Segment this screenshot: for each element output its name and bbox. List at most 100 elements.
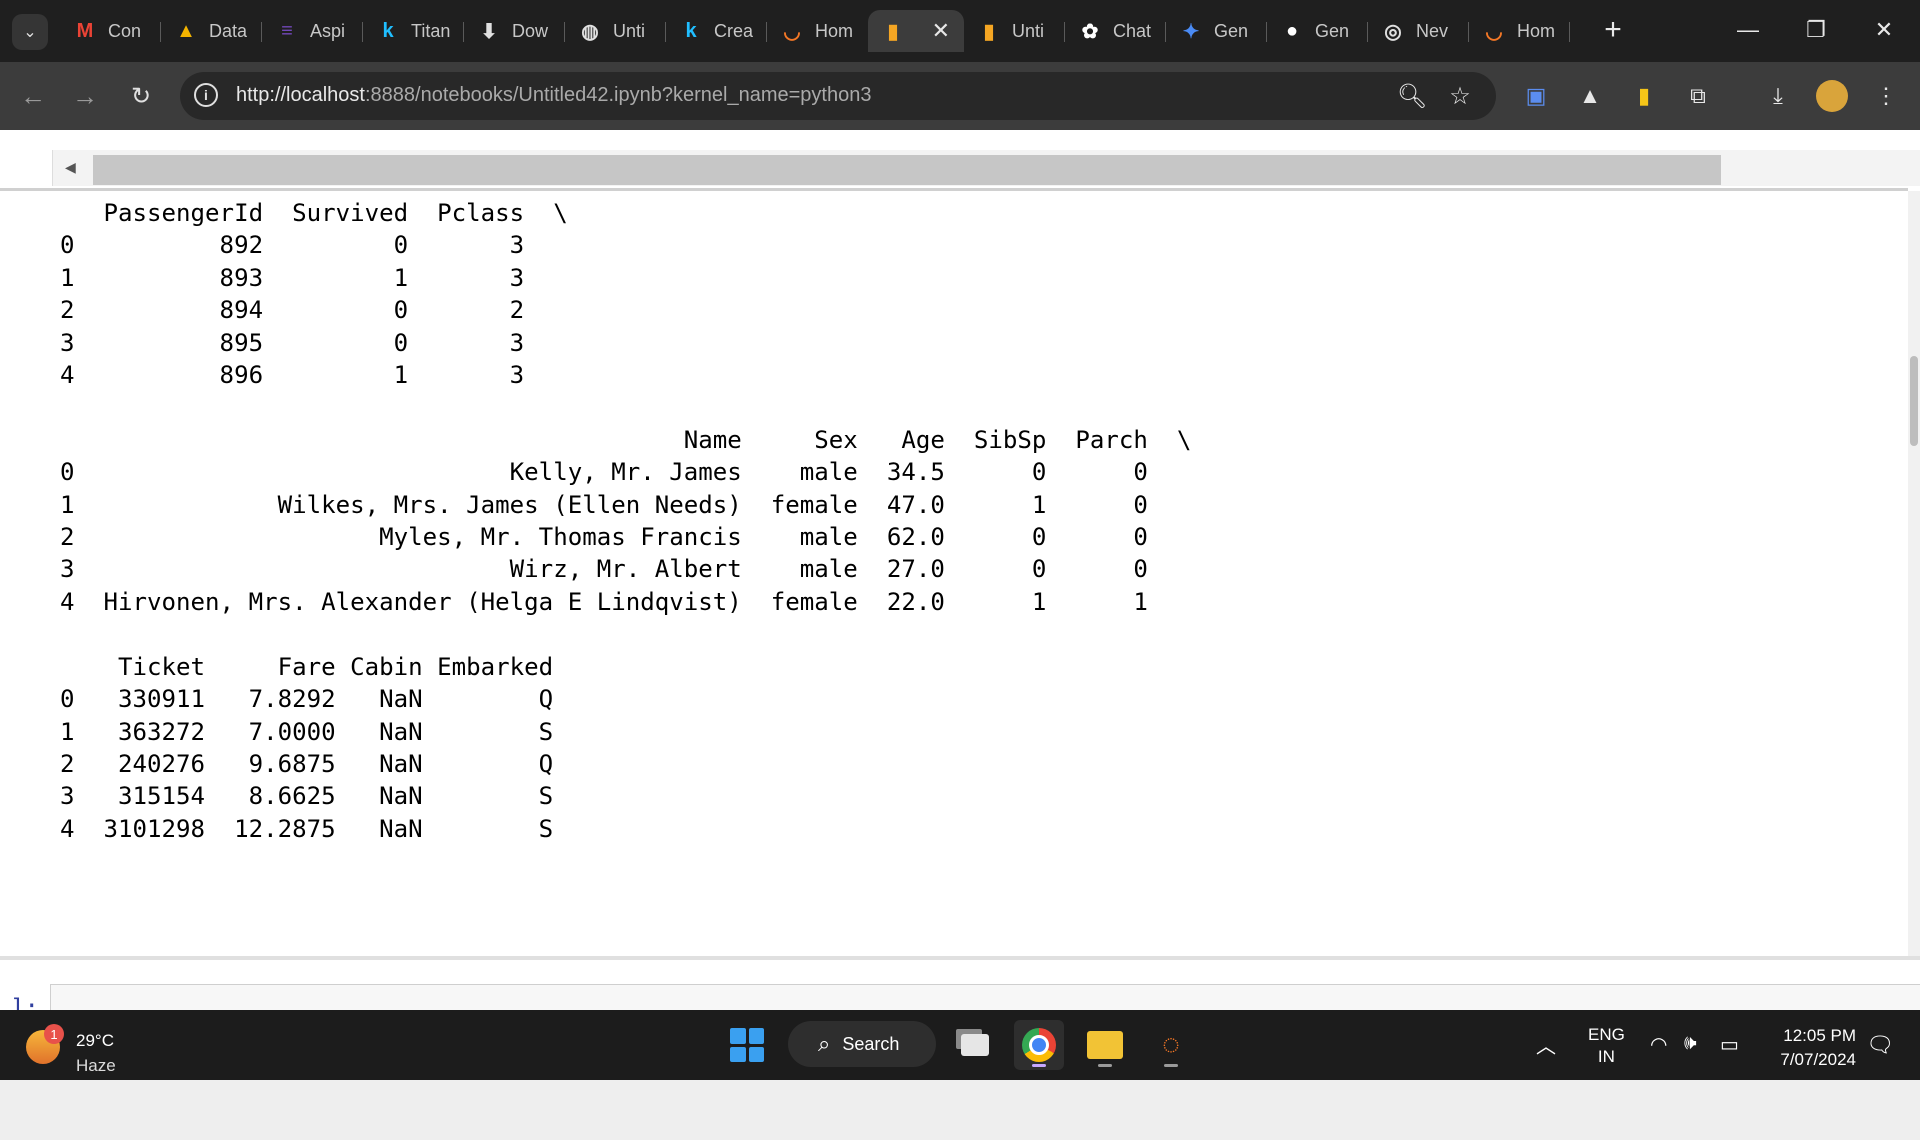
battery-icon[interactable]: ▭ xyxy=(1720,1032,1739,1057)
address-bar[interactable]: i http://localhost:8888/notebooks/Untitl… xyxy=(180,72,1496,120)
browser-tab[interactable]: ⬇ Dow xyxy=(464,10,565,52)
url-text[interactable]: http://localhost:8888/notebooks/Untitled… xyxy=(236,84,871,107)
chrome-logo-center xyxy=(1029,1035,1049,1055)
kaggle-icon: k xyxy=(382,19,394,42)
browser-tab[interactable]: ✿ Chat xyxy=(1065,10,1166,52)
browser-tab[interactable]: ● Gen xyxy=(1267,10,1368,52)
search-icon: ⌕ xyxy=(818,1031,831,1056)
output-vertical-scrollbar-thumb[interactable] xyxy=(1910,356,1918,446)
browser-tab-label: Unti xyxy=(613,20,646,41)
browser-tab[interactable]: M Con xyxy=(60,10,161,52)
extension-screen-icon[interactable]: ▣ xyxy=(1520,80,1552,112)
clock-date: 7/07/2024 xyxy=(1780,1050,1856,1069)
gmail-icon: M xyxy=(76,19,94,42)
browser-tab[interactable]: ✦ Gen xyxy=(1166,10,1267,52)
volume-icon[interactable]: 🕪︎ xyxy=(1684,1032,1697,1055)
app-indicator xyxy=(1164,1064,1178,1067)
restore-button[interactable]: ❐ xyxy=(1786,8,1846,52)
tray-overflow-chevron-icon[interactable]: ︿ xyxy=(1536,1030,1556,1059)
windows-taskbar: 1 29°C Haze ⌕ Search ◌ ︿ ENG IN ◠ 🕪︎ ▭ 1… xyxy=(0,1010,1920,1080)
browser-tab[interactable]: ▲ Data xyxy=(161,10,262,52)
site-info-icon[interactable]: i xyxy=(194,83,218,107)
horizontal-scrollbar[interactable]: ◀ xyxy=(52,150,1920,186)
jupyter-taskbar-icon[interactable]: ◌ xyxy=(1146,1020,1196,1070)
browser-tab-label: Aspi xyxy=(310,20,346,41)
wifi-icon[interactable]: ◠ xyxy=(1650,1032,1667,1057)
horizontal-scrollbar-thumb[interactable] xyxy=(93,155,1721,185)
chrome-taskbar-icon[interactable] xyxy=(1014,1020,1064,1070)
zoom-icon[interactable]: 🔍︎ xyxy=(1397,82,1427,110)
forward-button[interactable]: → xyxy=(66,77,104,115)
browser-tab[interactable]: ≡ Aspi xyxy=(262,10,363,52)
browser-tab-label: Chat xyxy=(1113,20,1152,41)
browser-tab[interactable]: ◎ Nev xyxy=(1368,10,1469,52)
extension-drive-icon[interactable]: ▲ xyxy=(1574,80,1606,112)
cell-separator xyxy=(0,956,1920,960)
weather-temperature: 29°C xyxy=(76,1031,114,1050)
browser-tab-label: Unti xyxy=(1012,20,1045,41)
clock[interactable]: 12:05 PM 7/07/2024 xyxy=(1764,1024,1856,1072)
chatgpt-icon: ✿ xyxy=(1081,20,1099,43)
browser-tab[interactable]: ▮ Unti xyxy=(964,10,1065,52)
browser-tab[interactable]: k Crea xyxy=(666,10,767,52)
minimize-button[interactable]: — xyxy=(1718,8,1778,52)
browser-tab[interactable]: ◡ Hom xyxy=(1469,10,1570,52)
browser-tab-strip: ⌄ M Con ▲ Data ≡ Aspi k Titan ⬇ Dow ◍ Unti k Crea ◡ Hom… xyxy=(0,0,1920,62)
language-indicator[interactable]: ENG IN xyxy=(1588,1024,1625,1068)
folder-glyph xyxy=(1087,1031,1123,1059)
tab-search-button[interactable]: ⌄ xyxy=(12,14,48,50)
reload-button[interactable]: ↻ xyxy=(122,77,160,115)
cell-output: PassengerId Survived Pclass \ 0 892 0 3 … xyxy=(0,191,1908,956)
output-vertical-scrollbar[interactable] xyxy=(1908,191,1920,956)
browser-tab-label: Gen xyxy=(1214,20,1249,41)
downloads-icon[interactable]: ⤓ xyxy=(1762,80,1794,112)
cell-output-area: PassengerId Survived Pclass \ 0 892 0 3 … xyxy=(0,191,1908,956)
bookmark-star-icon[interactable]: ☆ xyxy=(1446,82,1474,110)
gemini-icon: ✦ xyxy=(1182,20,1200,43)
windows-logo-icon xyxy=(730,1028,764,1062)
region-code: IN xyxy=(1597,1047,1615,1066)
jupyter-icon: ◡ xyxy=(1485,20,1503,43)
taskbar-search-label: Search xyxy=(842,1033,900,1054)
kaggle-icon: k xyxy=(685,19,697,42)
notebook-icon: ▮ xyxy=(983,20,995,43)
browser-tab-label: Nev xyxy=(1416,20,1449,41)
new-tab-button[interactable]: + xyxy=(1598,12,1628,48)
browser-tab[interactable]: ◡ Hom xyxy=(767,10,868,52)
extensions-puzzle-icon[interactable]: ⧉ xyxy=(1682,80,1714,112)
browser-tab-label: Hom xyxy=(1517,20,1556,41)
task-view-glyph xyxy=(961,1034,989,1056)
browser-tab[interactable]: ▮ ✕ xyxy=(868,10,964,52)
notification-badge: 1 xyxy=(44,1024,64,1044)
file-explorer-icon[interactable] xyxy=(1080,1020,1130,1070)
active-app-indicator xyxy=(1032,1064,1046,1067)
app-indicator xyxy=(1098,1064,1112,1067)
browser-tab[interactable]: k Titan xyxy=(363,10,464,52)
scroll-left-arrow-icon[interactable]: ◀ xyxy=(65,159,76,176)
url-host: http://localhost xyxy=(236,84,365,106)
download-icon: ⬇ xyxy=(480,20,498,43)
back-button[interactable]: ← xyxy=(14,77,52,115)
chrome-logo xyxy=(1022,1028,1056,1062)
notification-center-icon[interactable]: 🗨︎ xyxy=(1866,1032,1894,1058)
browser-tab[interactable]: ◍ Unti xyxy=(565,10,666,52)
close-tab-icon[interactable]: ✕ xyxy=(932,18,950,44)
notebook-icon: ▮ xyxy=(887,20,899,43)
jupyter-icon: ◡ xyxy=(783,20,801,43)
weather-widget[interactable]: 1 29°C Haze xyxy=(26,1022,166,1075)
notebook-empty-area xyxy=(0,1076,1920,1140)
taskbar-search[interactable]: ⌕ Search xyxy=(788,1021,936,1067)
profile-avatar[interactable] xyxy=(1816,80,1848,112)
browser-tab-label: Con xyxy=(108,20,142,41)
task-view-icon[interactable] xyxy=(950,1020,1000,1070)
browser-menu-icon[interactable]: ⋮ xyxy=(1870,80,1902,112)
globe-icon: ◍ xyxy=(581,20,599,43)
browser-tab-label: Hom xyxy=(815,20,854,41)
start-button[interactable] xyxy=(722,1020,772,1070)
close-window-button[interactable]: ✕ xyxy=(1854,8,1914,52)
extension-yellow-icon[interactable]: ▮ xyxy=(1628,80,1660,112)
browser-tab-label: Titan xyxy=(411,20,451,41)
browser-tab-label: Crea xyxy=(714,20,754,41)
browser-tab-label: Gen xyxy=(1315,20,1350,41)
browser-tab-label: Dow xyxy=(512,20,549,41)
